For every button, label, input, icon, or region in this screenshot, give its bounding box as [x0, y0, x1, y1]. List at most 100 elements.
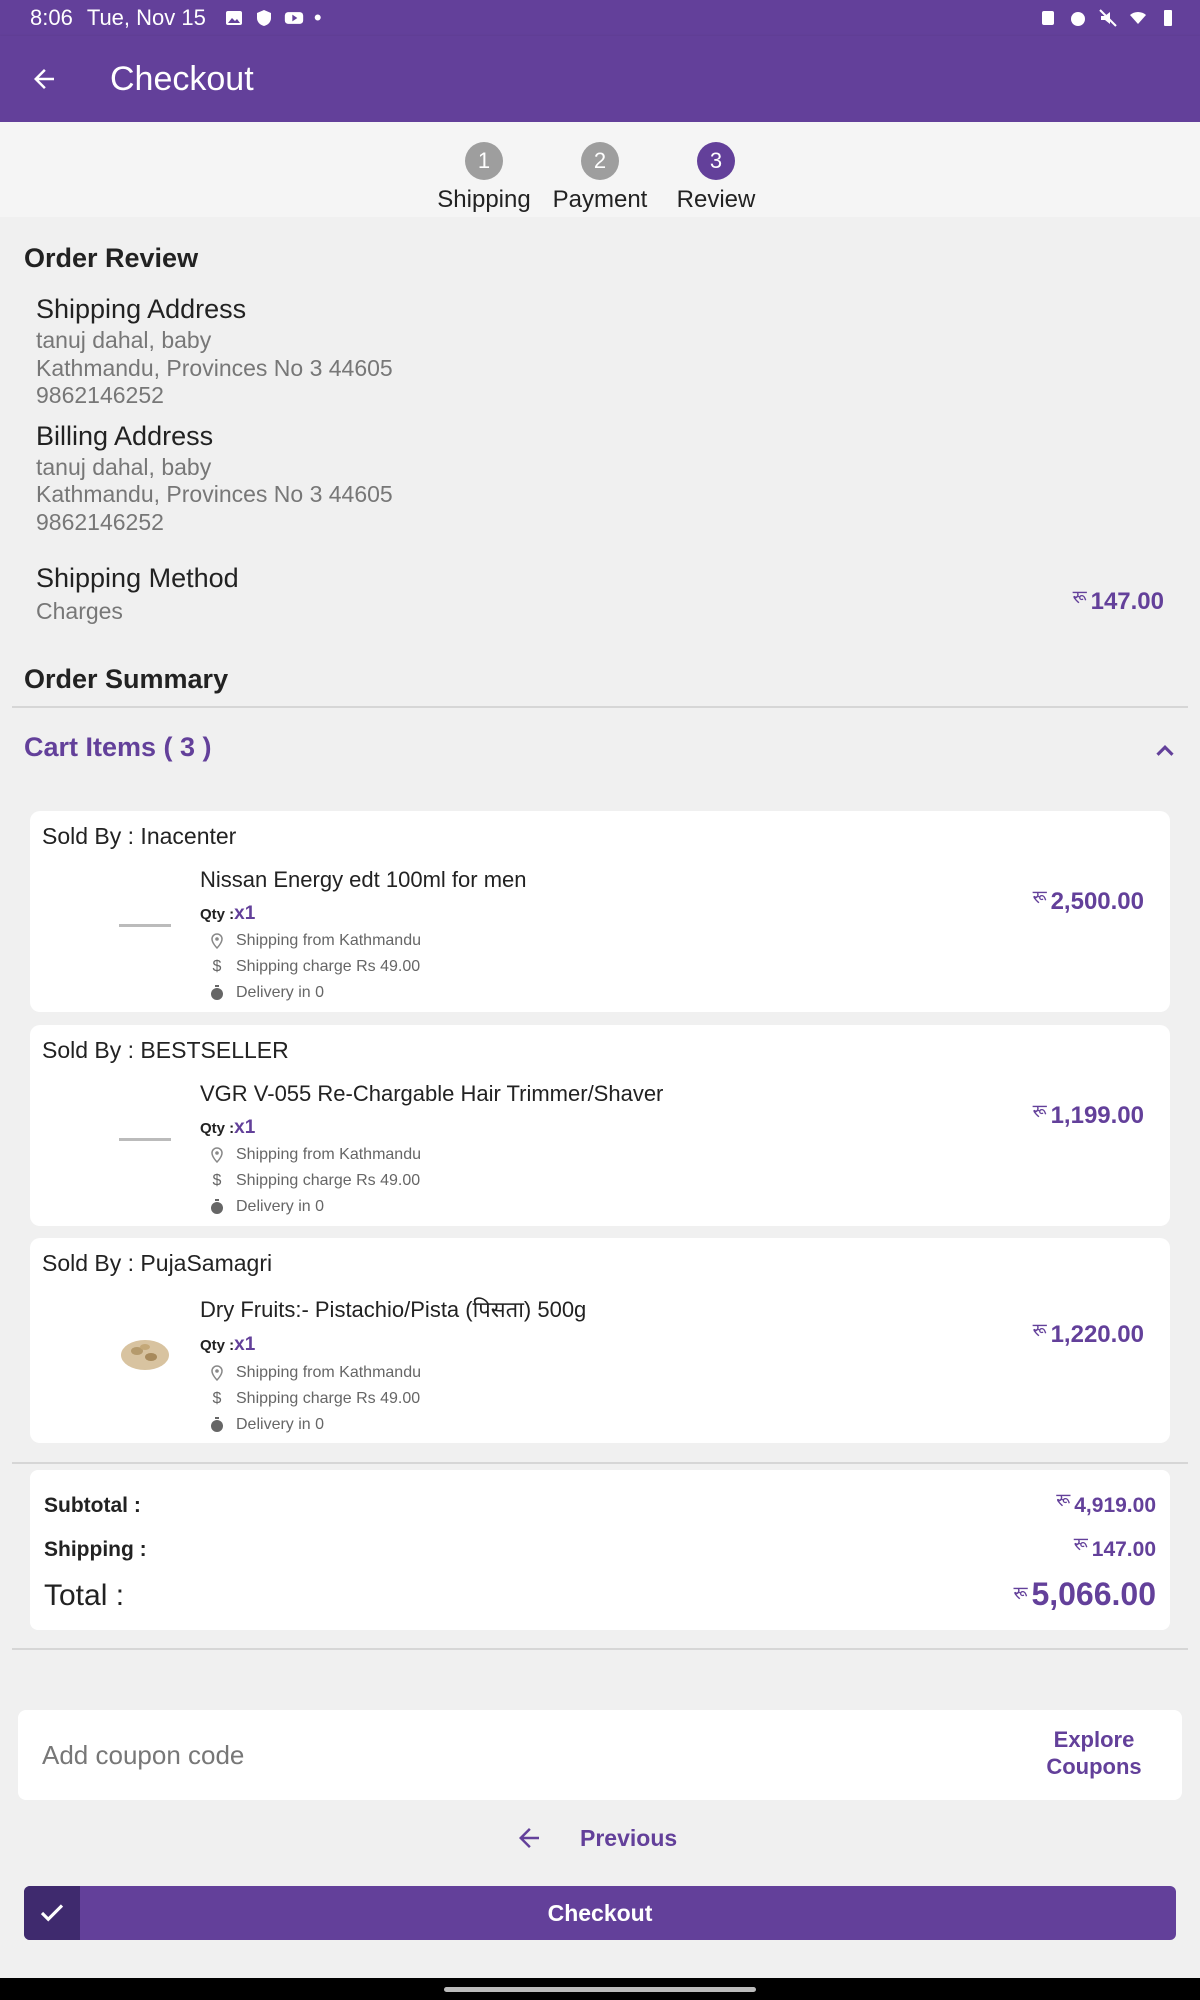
delivery-time: Delivery in 0	[208, 1198, 324, 1216]
total-value: रू 5,066.00	[1013, 1576, 1156, 1613]
step-review[interactable]: 3 Review	[671, 142, 761, 217]
cart-item-card: Sold By : Inacenter Nissan Energy edt 10…	[30, 811, 1170, 1012]
shipping-address-title: Shipping Address	[36, 294, 247, 324]
currency-symbol: रू	[1032, 1101, 1047, 1121]
billing-address-phone: 9862146252	[36, 509, 164, 535]
shipping-charge: $ Shipping charge Rs 49.00	[208, 1390, 421, 1408]
nfc-icon	[1042, 11, 1054, 25]
shipping-charge-text: Shipping charge Rs 49.00	[236, 958, 421, 975]
coupon-input[interactable]	[42, 1739, 892, 1771]
alarm-icon	[1071, 12, 1085, 26]
quantity: Qty :x1	[200, 1117, 255, 1139]
shipping-address-city: Kathmandu, Provinces No 3 44605	[36, 355, 393, 381]
shipping-row: Shipping : रू 147.00	[44, 1532, 1156, 1562]
item-price-value: 1,220.00	[1050, 1321, 1144, 1348]
battery-icon	[1164, 10, 1172, 26]
shipping-charge-text: Shipping charge Rs 49.00	[236, 1390, 421, 1407]
seller-name: Sold By : Inacenter	[42, 823, 237, 849]
item-price: रू 1,220.00	[1033, 1318, 1144, 1349]
item-price: रू 1,199.00	[1033, 1099, 1144, 1130]
shipping-from: Shipping from Kathmandu	[208, 1146, 421, 1164]
step-shipping[interactable]: 1 Shipping	[437, 142, 531, 217]
step-label: Review	[676, 186, 756, 213]
cart-items-toggle[interactable]: Cart Items ( 3 )	[24, 732, 212, 763]
shipping-charge-text: Shipping charge Rs 49.00	[236, 1172, 421, 1189]
billing-address-city: Kathmandu, Provinces No 3 44605	[36, 481, 393, 507]
qty-label: Qty :	[200, 1337, 235, 1354]
youtube-icon	[284, 12, 304, 24]
gallery-icon	[225, 11, 242, 25]
page-title: Checkout	[110, 59, 254, 98]
shipping-address-name: tanuj dahal, baby	[36, 327, 212, 353]
product-thumbnail	[119, 924, 171, 927]
product-name[interactable]: Dry Fruits:- Pistachio/Pista (पिसता) 500…	[200, 1294, 586, 1324]
delivery-text: Delivery in 0	[236, 984, 325, 1001]
check-icon	[40, 1904, 64, 1922]
arrow-left-icon	[34, 69, 54, 89]
item-price: रू 2,500.00	[1033, 885, 1144, 916]
home-gesture-handle[interactable]	[444, 1987, 756, 1992]
shield-icon	[256, 10, 271, 26]
quantity: Qty :x1	[200, 1334, 255, 1356]
mute-icon	[1099, 9, 1117, 27]
more-notifications-icon: •	[313, 5, 322, 30]
divider	[12, 1648, 1188, 1650]
qty-value: x1	[234, 1117, 256, 1138]
step-number: 3	[697, 142, 735, 180]
back-button[interactable]	[24, 59, 64, 99]
billing-address-title: Billing Address	[36, 421, 214, 451]
delivery-time: Delivery in 0	[208, 1416, 324, 1434]
location-pin-icon	[211, 1147, 223, 1163]
currency-symbol: रू	[1013, 1583, 1028, 1603]
shipping-method-amount: 147.00	[1090, 588, 1164, 615]
product-name[interactable]: Nissan Energy edt 100ml for men	[200, 867, 527, 893]
delivery-text: Delivery in 0	[236, 1416, 325, 1433]
shipping-method-title: Shipping Method	[36, 563, 239, 593]
shipping-from: Shipping from Kathmandu	[208, 1364, 421, 1382]
delivery-time: Delivery in 0	[208, 984, 324, 1002]
shipping-method-subtitle: Charges	[36, 598, 123, 624]
step-label: Payment	[552, 186, 648, 213]
chevron-up-icon[interactable]	[1150, 736, 1180, 766]
status-bar: 8:06 Tue, Nov 15 •	[0, 0, 1200, 36]
qty-label: Qty :	[200, 1120, 235, 1137]
shipping-label: Shipping :	[44, 1538, 147, 1561]
pistachio-thumbnail	[121, 1340, 169, 1370]
product-image[interactable]	[90, 871, 200, 981]
arrow-left-icon	[519, 1828, 539, 1848]
status-date: Tue, Nov 15	[86, 5, 206, 30]
subtotal-value: रू 4,919.00	[1056, 1488, 1156, 1518]
billing-address-name: tanuj dahal, baby	[36, 454, 212, 480]
delivery-text: Delivery in 0	[236, 1198, 325, 1215]
currency-symbol: रू	[1072, 587, 1087, 607]
seller-name: Sold By : BESTSELLER	[42, 1037, 289, 1063]
coupon-box: Explore Coupons	[18, 1710, 1182, 1800]
shipping-from-text: Shipping from Kathmandu	[236, 1146, 421, 1163]
item-price-value: 2,500.00	[1050, 888, 1144, 915]
app-bar: Checkout	[0, 36, 1200, 122]
subtotal-amount: 4,919.00	[1074, 1494, 1156, 1517]
system-nav-bar	[0, 1978, 1200, 2000]
currency-symbol: रू	[1032, 887, 1047, 907]
previous-button[interactable]: Previous	[514, 1823, 677, 1853]
product-thumbnail	[119, 1138, 171, 1141]
shipping-value: रू 147.00	[1074, 1532, 1156, 1562]
subtotal-row: Subtotal : रू 4,919.00	[44, 1488, 1156, 1518]
total-label: Total :	[44, 1579, 125, 1612]
item-price-value: 1,199.00	[1050, 1102, 1144, 1129]
shipping-from: Shipping from Kathmandu	[208, 932, 421, 950]
stopwatch-icon	[211, 1199, 223, 1214]
qty-value: x1	[234, 903, 256, 924]
checkout-stepper: 1 Shipping 2 Payment 3 Review	[0, 122, 1200, 217]
location-pin-icon	[211, 933, 223, 949]
product-image[interactable]	[90, 1298, 200, 1408]
explore-coupons-button[interactable]: Explore Coupons	[1034, 1726, 1154, 1780]
cart-item-card: Sold By : BESTSELLER VGR V-055 Re-Charga…	[30, 1025, 1170, 1226]
step-payment[interactable]: 2 Payment	[552, 142, 648, 217]
product-name[interactable]: VGR V-055 Re-Chargable Hair Trimmer/Shav…	[200, 1081, 663, 1107]
checkout-button[interactable]: Checkout	[24, 1886, 1176, 1940]
product-image[interactable]	[90, 1085, 200, 1195]
divider	[12, 1462, 1188, 1464]
shipping-address-phone: 9862146252	[36, 382, 164, 408]
qty-value: x1	[234, 1334, 256, 1355]
